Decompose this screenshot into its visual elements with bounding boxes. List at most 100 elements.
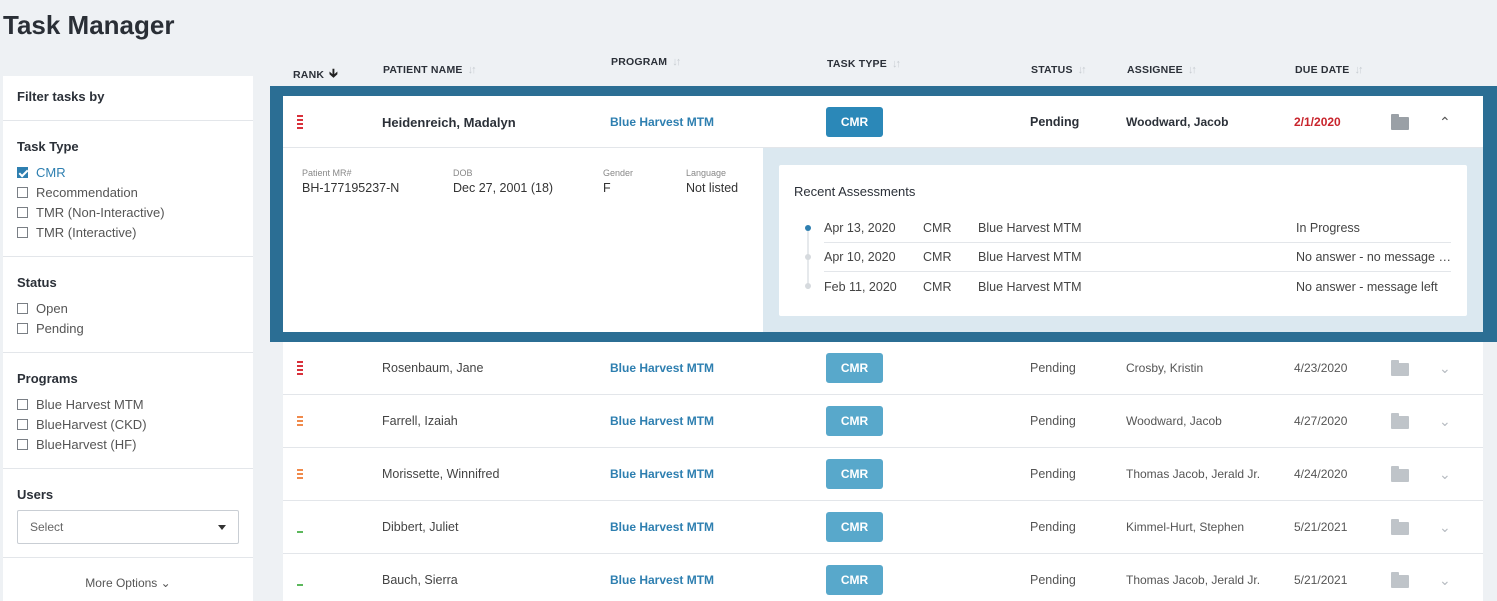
folder-icon[interactable] bbox=[1391, 359, 1409, 376]
users-filter: Users Select bbox=[3, 469, 253, 558]
task-type-badge[interactable]: CMR bbox=[826, 107, 883, 137]
assignee: Woodward, Jacob bbox=[1126, 414, 1222, 428]
due-date: 4/24/2020 bbox=[1294, 467, 1348, 481]
column-header-program[interactable]: PROGRAM ↓↑ bbox=[611, 56, 681, 68]
column-header-task-type[interactable]: TASK TYPE ↓↑ bbox=[827, 58, 901, 70]
table-row[interactable]: Rosenbaum, Jane Blue Harvest MTM CMR Pen… bbox=[283, 342, 1483, 395]
folder-icon[interactable] bbox=[1391, 113, 1409, 130]
sort-icon: ↓↑ bbox=[1354, 64, 1364, 76]
patient-name[interactable]: Morissette, Winnifred bbox=[382, 448, 499, 500]
program-link[interactable]: Blue Harvest MTM bbox=[610, 342, 714, 394]
checkbox[interactable] bbox=[17, 186, 28, 198]
table-row[interactable]: Morissette, Winnifred Blue Harvest MTM C… bbox=[283, 448, 1483, 501]
assignee: Thomas Jacob, Jerald Jr. bbox=[1126, 467, 1261, 481]
column-header-rank[interactable]: RANK 🡳 bbox=[293, 64, 338, 85]
rank-medium-icon bbox=[297, 469, 303, 479]
language-label: Language bbox=[686, 168, 727, 178]
checkbox[interactable] bbox=[17, 322, 28, 334]
program-link[interactable]: Blue Harvest MTM bbox=[610, 96, 714, 148]
filter-sidebar: Filter tasks by Task Type CMR Recommenda… bbox=[3, 76, 253, 601]
filter-heading: Filter tasks by bbox=[17, 89, 105, 104]
users-select[interactable]: Select bbox=[17, 510, 239, 544]
filter-option-blueharvest-ckd[interactable]: BlueHarvest (CKD) bbox=[17, 414, 239, 434]
task-type-badge[interactable]: CMR bbox=[826, 353, 883, 383]
page-title: Task Manager bbox=[3, 10, 175, 40]
users-select-value: Select bbox=[30, 520, 64, 534]
filter-option-tmr-interactive[interactable]: TMR (Interactive) bbox=[17, 222, 239, 242]
due-date: 4/23/2020 bbox=[1294, 361, 1348, 375]
column-header-patient[interactable]: PATIENT NAME ↓↑ bbox=[383, 64, 477, 76]
folder-icon[interactable] bbox=[1391, 571, 1409, 588]
task-type-badge[interactable]: CMR bbox=[826, 406, 883, 436]
filter-option-blueharvest-hf[interactable]: BlueHarvest (HF) bbox=[17, 434, 239, 454]
sort-icon: ↓↑ bbox=[1077, 64, 1087, 76]
checkbox[interactable] bbox=[17, 302, 28, 314]
folder-icon[interactable] bbox=[1391, 412, 1409, 429]
filter-option-blue-harvest-mtm[interactable]: Blue Harvest MTM bbox=[17, 394, 239, 414]
patient-name[interactable]: Heidenreich, Madalyn bbox=[382, 96, 516, 148]
expanded-task: Heidenreich, Madalyn Blue Harvest MTM CM… bbox=[270, 86, 1497, 342]
filter-option-cmr[interactable]: CMR bbox=[17, 162, 239, 182]
column-header-due-date[interactable]: DUE DATE ↓↑ bbox=[1295, 64, 1364, 76]
checkbox[interactable] bbox=[17, 166, 28, 178]
due-date: 4/27/2020 bbox=[1294, 414, 1348, 428]
sort-icon: ↓↑ bbox=[672, 56, 681, 68]
caret-down-icon bbox=[218, 524, 226, 530]
timeline-dot-icon bbox=[805, 254, 811, 260]
checkbox[interactable] bbox=[17, 438, 28, 450]
more-options-button[interactable]: More Options ⌄ bbox=[3, 558, 253, 590]
task-type-badge[interactable]: CMR bbox=[826, 565, 883, 595]
collapse-chevron-icon[interactable]: ⌃ bbox=[1439, 96, 1451, 148]
table-row[interactable]: Farrell, Izaiah Blue Harvest MTM CMR Pen… bbox=[283, 395, 1483, 448]
assignee: Crosby, Kristin bbox=[1126, 361, 1204, 375]
patient-name[interactable]: Bauch, Sierra bbox=[382, 554, 458, 601]
recent-assessments-title: Recent Assessments bbox=[794, 184, 916, 199]
assessment-row[interactable]: Apr 10, 2020 CMR Blue Harvest MTM No ans… bbox=[824, 243, 1451, 272]
expand-chevron-icon[interactable]: ⌄ bbox=[1439, 501, 1451, 553]
sort-icon: ↓↑ bbox=[891, 58, 901, 70]
filter-option-open[interactable]: Open bbox=[17, 298, 239, 318]
column-header-assignee[interactable]: ASSIGNEE ↓↑ bbox=[1127, 64, 1197, 76]
table-row-expanded[interactable]: Heidenreich, Madalyn Blue Harvest MTM CM… bbox=[283, 96, 1483, 148]
filter-option-recommendation[interactable]: Recommendation bbox=[17, 182, 239, 202]
expand-chevron-icon[interactable]: ⌄ bbox=[1439, 395, 1451, 447]
checkbox[interactable] bbox=[17, 206, 28, 218]
program-link[interactable]: Blue Harvest MTM bbox=[610, 501, 714, 553]
column-header-status[interactable]: STATUS ↓↑ bbox=[1031, 64, 1087, 76]
sort-icon: ↓↑ bbox=[1187, 64, 1197, 76]
rank-low-icon bbox=[297, 531, 303, 533]
program-link[interactable]: Blue Harvest MTM bbox=[610, 395, 714, 447]
rank-high-icon bbox=[297, 361, 303, 375]
mr-label: Patient MR# bbox=[302, 168, 352, 178]
task-type-badge[interactable]: CMR bbox=[826, 459, 883, 489]
patient-name[interactable]: Rosenbaum, Jane bbox=[382, 342, 483, 394]
checkbox[interactable] bbox=[17, 418, 28, 430]
program-link[interactable]: Blue Harvest MTM bbox=[610, 554, 714, 601]
dob-label: DOB bbox=[453, 168, 473, 178]
rank-high-icon bbox=[297, 115, 303, 129]
assignee: Thomas Jacob, Jerald Jr. bbox=[1126, 573, 1261, 587]
filter-option-pending[interactable]: Pending bbox=[17, 318, 239, 338]
assessment-row[interactable]: Apr 13, 2020 CMR Blue Harvest MTM In Pro… bbox=[824, 214, 1451, 243]
task-type-badge[interactable]: CMR bbox=[826, 512, 883, 542]
patient-name[interactable]: Dibbert, Juliet bbox=[382, 501, 458, 553]
expand-chevron-icon[interactable]: ⌄ bbox=[1439, 554, 1451, 601]
folder-icon[interactable] bbox=[1391, 465, 1409, 482]
sort-icon: ↓↑ bbox=[467, 64, 477, 76]
expand-chevron-icon[interactable]: ⌄ bbox=[1439, 448, 1451, 500]
checkbox[interactable] bbox=[17, 226, 28, 238]
table-row[interactable]: Dibbert, Juliet Blue Harvest MTM CMR Pen… bbox=[283, 501, 1483, 554]
task-status: Pending bbox=[1030, 414, 1076, 428]
table-row[interactable]: Bauch, Sierra Blue Harvest MTM CMR Pendi… bbox=[283, 554, 1483, 601]
folder-icon[interactable] bbox=[1391, 518, 1409, 535]
patient-name[interactable]: Farrell, Izaiah bbox=[382, 395, 458, 447]
task-status: Pending bbox=[1030, 467, 1076, 481]
status-filter: Status Open Pending bbox=[3, 257, 253, 353]
expand-chevron-icon[interactable]: ⌄ bbox=[1439, 342, 1451, 394]
assignee: Kimmel-Hurt, Stephen bbox=[1126, 520, 1245, 534]
timeline-dot-icon bbox=[805, 283, 811, 289]
filter-option-tmr-non-interactive[interactable]: TMR (Non-Interactive) bbox=[17, 202, 239, 222]
checkbox[interactable] bbox=[17, 398, 28, 410]
program-link[interactable]: Blue Harvest MTM bbox=[610, 448, 714, 500]
assessment-row[interactable]: Feb 11, 2020 CMR Blue Harvest MTM No ans… bbox=[824, 272, 1451, 301]
